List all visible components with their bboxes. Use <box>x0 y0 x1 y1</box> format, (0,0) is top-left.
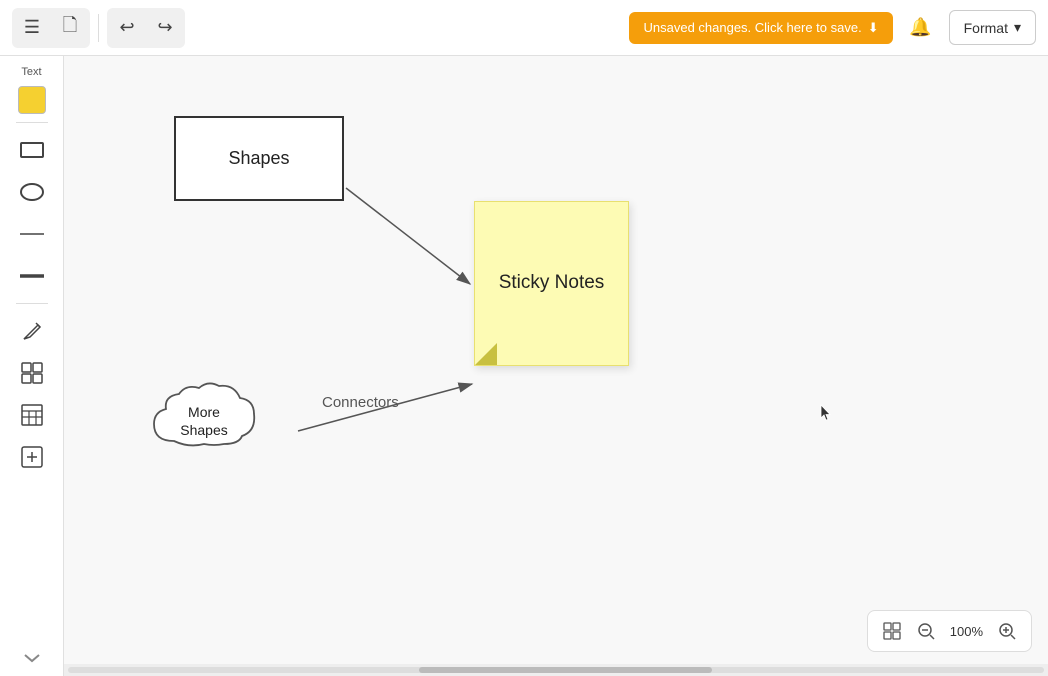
scroll-thumb[interactable] <box>419 667 712 673</box>
connectors-text: Connectors <box>322 394 399 411</box>
sidebar-divider-1 <box>16 122 48 123</box>
line-thick-icon <box>18 272 46 280</box>
shapes-label: Shapes <box>228 148 289 169</box>
format-button[interactable]: Format ▾ <box>949 10 1036 45</box>
toolbar-group: ☰ 🗋 <box>12 8 90 48</box>
rectangle-tool[interactable] <box>13 131 51 169</box>
shapes-grid-tool[interactable] <box>13 354 51 392</box>
notification-icon: 🔔 <box>909 17 931 38</box>
page-button[interactable]: 🗋 <box>52 10 88 46</box>
line-thick-tool[interactable] <box>13 257 51 295</box>
topbar-right: Unsaved changes. Click here to save. ⬇ 🔔… <box>629 10 1036 46</box>
map-view-button[interactable] <box>876 615 908 647</box>
horizontal-scrollbar[interactable] <box>64 664 1048 676</box>
draw-tool[interactable] <box>13 312 51 350</box>
zoom-out-button[interactable] <box>910 615 942 647</box>
line-thin-icon <box>18 230 46 238</box>
insert-icon <box>20 445 44 469</box>
sidebar: Text <box>0 56 64 676</box>
redo-button[interactable]: ↪ <box>147 10 183 46</box>
cursor-icon <box>820 404 832 422</box>
zoom-in-button[interactable] <box>991 615 1023 647</box>
connectors-label: Connectors <box>322 394 399 411</box>
scroll-track <box>68 667 1044 673</box>
sidebar-divider-2 <box>16 303 48 304</box>
format-label: Format <box>964 20 1008 36</box>
ellipse-tool[interactable] <box>13 173 51 211</box>
notification-button[interactable]: 🔔 <box>903 10 939 46</box>
canvas-content: Shapes Sticky Notes MoreShapes Connector… <box>64 56 1048 676</box>
more-shapes-label: MoreShapes <box>180 403 227 439</box>
color-swatch[interactable] <box>18 86 46 114</box>
text-label: Text <box>21 66 41 78</box>
line-thin-tool[interactable] <box>13 215 51 253</box>
more-shapes-cloud[interactable]: MoreShapes <box>144 376 264 466</box>
topbar: ☰ 🗋 ↩ ↪ Unsaved changes. Click here to s… <box>0 0 1048 56</box>
rectangle-icon <box>20 142 44 158</box>
format-chevron-icon: ▾ <box>1014 19 1021 36</box>
undo-redo-group: ↩ ↪ <box>107 8 185 48</box>
chevron-down-icon <box>23 653 41 663</box>
shapes-box[interactable]: Shapes <box>174 116 344 201</box>
zoom-controls: 100% <box>867 610 1032 652</box>
save-label: Unsaved changes. Click here to save. <box>643 20 861 35</box>
canvas[interactable]: Shapes Sticky Notes MoreShapes Connector… <box>64 56 1048 676</box>
menu-button[interactable]: ☰ <box>14 10 50 46</box>
zoom-in-icon <box>998 622 1016 640</box>
save-icon: ⬇ <box>868 20 879 36</box>
insert-tool[interactable] <box>13 438 51 476</box>
topbar-left: ☰ 🗋 ↩ ↪ <box>12 8 185 48</box>
sidebar-expand-button[interactable] <box>23 650 41 666</box>
map-icon <box>883 622 901 640</box>
undo-button[interactable]: ↩ <box>109 10 145 46</box>
table-icon <box>20 403 44 427</box>
table-tool[interactable] <box>13 396 51 434</box>
cursor <box>820 404 832 422</box>
zoom-level: 100% <box>944 624 989 639</box>
zoom-out-icon <box>917 622 935 640</box>
sticky-note-label: Sticky Notes <box>489 260 615 307</box>
toolbar-divider <box>98 14 99 42</box>
ellipse-icon <box>20 183 44 201</box>
save-button[interactable]: Unsaved changes. Click here to save. ⬇ <box>629 12 892 44</box>
draw-icon <box>20 319 44 343</box>
shapes-grid-icon <box>20 361 44 385</box>
sticky-note[interactable]: Sticky Notes <box>474 201 629 366</box>
